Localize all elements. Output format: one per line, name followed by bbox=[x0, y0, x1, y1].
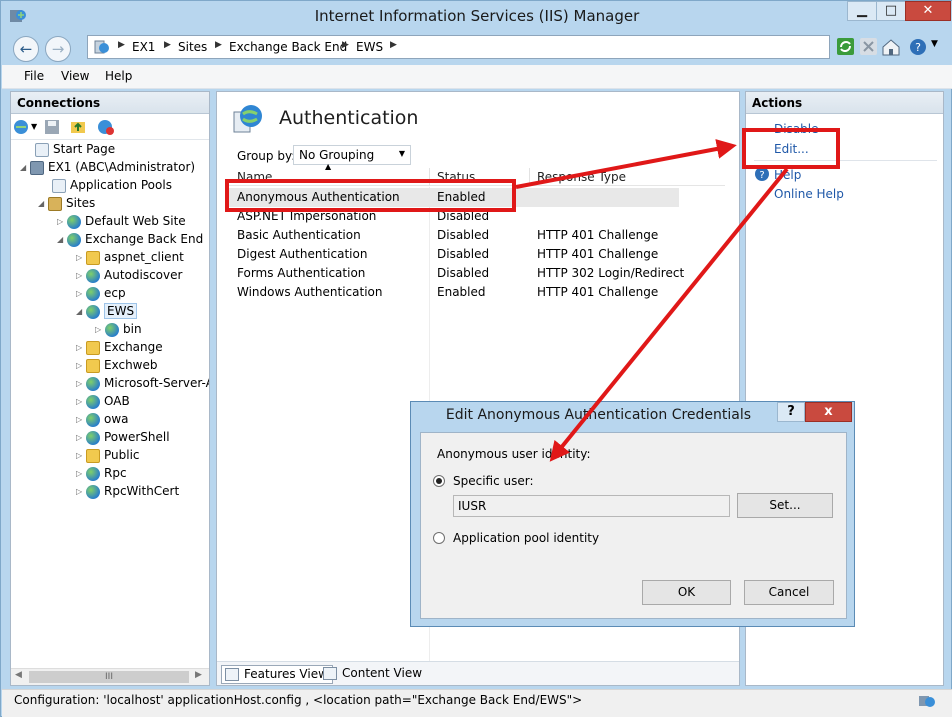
annotation-arrow-to-dialog bbox=[549, 167, 789, 462]
iis-manager-window: Internet Information Services (IIS) Mana… bbox=[0, 0, 952, 717]
annotation-arrow-to-edit bbox=[515, 139, 737, 189]
annotation-arrows bbox=[515, 139, 789, 462]
